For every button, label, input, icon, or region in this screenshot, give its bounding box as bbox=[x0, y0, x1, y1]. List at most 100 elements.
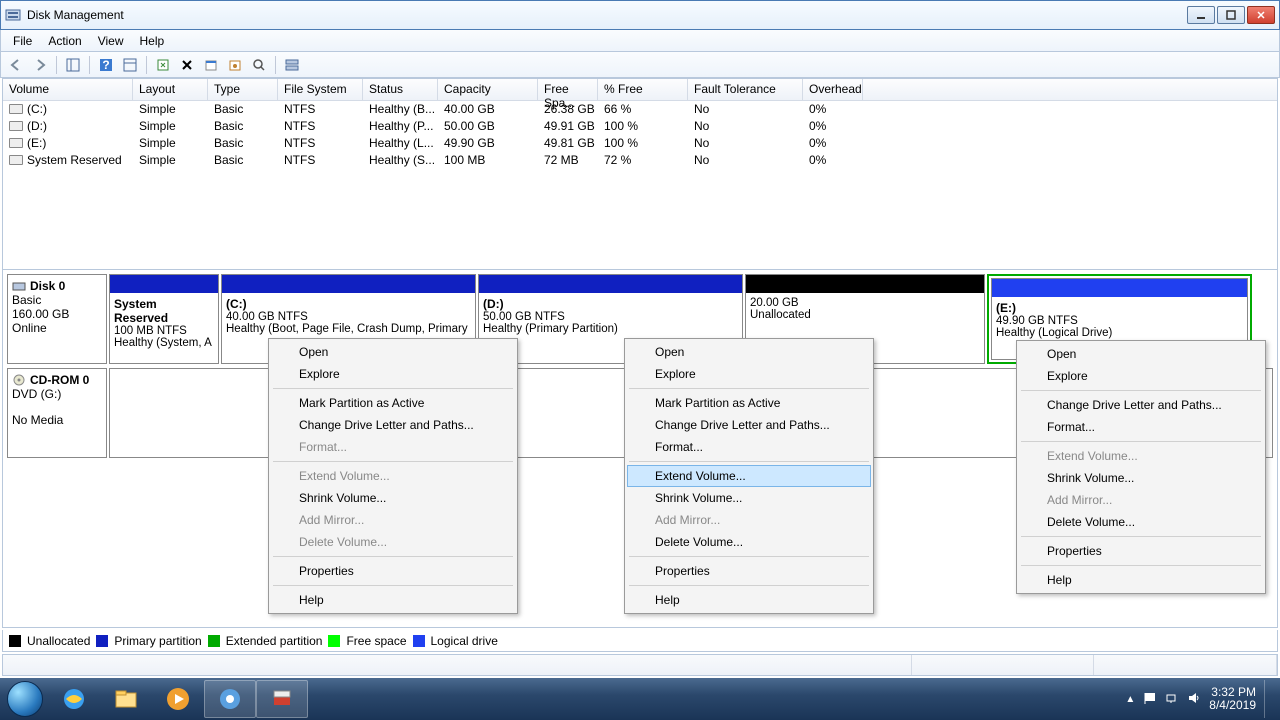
menu-item-open[interactable]: Open bbox=[271, 341, 515, 363]
col-overhead[interactable]: Overhead bbox=[803, 79, 863, 100]
disk-size: 160.00 GB bbox=[12, 307, 102, 321]
disk-name: Disk 0 bbox=[30, 279, 65, 293]
legend-unallocated-icon bbox=[9, 635, 21, 647]
taskbar-media-player[interactable] bbox=[152, 680, 204, 718]
cdrom-dev: DVD (G:) bbox=[12, 387, 102, 401]
menu-help[interactable]: Help bbox=[132, 32, 173, 50]
menu-item-delete-volume[interactable]: Delete Volume... bbox=[627, 531, 871, 553]
menu-item-change-drive-letter-and-paths[interactable]: Change Drive Letter and Paths... bbox=[271, 414, 515, 436]
menu-separator bbox=[1021, 390, 1261, 391]
legend-free-icon bbox=[328, 635, 340, 647]
menu-item-delete-volume: Delete Volume... bbox=[271, 531, 515, 553]
properties-button[interactable] bbox=[200, 54, 222, 76]
maximize-button[interactable] bbox=[1217, 6, 1245, 24]
disk-list-button[interactable] bbox=[281, 54, 303, 76]
tray-flag-icon[interactable] bbox=[1143, 691, 1157, 708]
cdrom-name: CD-ROM 0 bbox=[30, 373, 89, 387]
legend-logical: Logical drive bbox=[431, 634, 498, 648]
tray-volume-icon[interactable] bbox=[1187, 691, 1201, 708]
context-menu-c: OpenExplore Mark Partition as ActiveChang… bbox=[268, 338, 518, 614]
tray-clock[interactable]: 3:32 PM 8/4/2019 bbox=[1209, 686, 1256, 712]
separator bbox=[275, 56, 276, 74]
menu-item-add-mirror: Add Mirror... bbox=[627, 509, 871, 531]
separator bbox=[56, 56, 57, 74]
menu-item-help[interactable]: Help bbox=[627, 589, 871, 611]
menu-item-format[interactable]: Format... bbox=[1019, 416, 1263, 438]
menu-action[interactable]: Action bbox=[40, 32, 89, 50]
show-hide-tree-button[interactable] bbox=[62, 54, 84, 76]
menu-item-properties[interactable]: Properties bbox=[1019, 540, 1263, 562]
col-type[interactable]: Type bbox=[208, 79, 278, 100]
menu-item-open[interactable]: Open bbox=[627, 341, 871, 363]
col-status[interactable]: Status bbox=[363, 79, 438, 100]
action-list-button[interactable] bbox=[119, 54, 141, 76]
taskbar-explorer[interactable] bbox=[100, 680, 152, 718]
help-button[interactable]: ? bbox=[95, 54, 117, 76]
menu-separator bbox=[273, 461, 513, 462]
menu-item-shrink-volume[interactable]: Shrink Volume... bbox=[1019, 467, 1263, 489]
menu-item-explore[interactable]: Explore bbox=[271, 363, 515, 385]
tray-network-icon[interactable] bbox=[1165, 691, 1179, 708]
legend-extended-icon bbox=[208, 635, 220, 647]
col-pct-free[interactable]: % Free bbox=[598, 79, 688, 100]
back-button[interactable] bbox=[5, 54, 27, 76]
menu-item-explore[interactable]: Explore bbox=[627, 363, 871, 385]
menu-item-change-drive-letter-and-paths[interactable]: Change Drive Letter and Paths... bbox=[627, 414, 871, 436]
separator bbox=[146, 56, 147, 74]
delete-button[interactable] bbox=[176, 54, 198, 76]
menu-item-properties[interactable]: Properties bbox=[271, 560, 515, 582]
minimize-button[interactable] bbox=[1187, 6, 1215, 24]
col-layout[interactable]: Layout bbox=[133, 79, 208, 100]
menu-item-add-mirror: Add Mirror... bbox=[1019, 489, 1263, 511]
menu-item-format: Format... bbox=[271, 436, 515, 458]
menu-separator bbox=[1021, 565, 1261, 566]
windows-orb-icon bbox=[7, 681, 43, 717]
taskbar-app-2[interactable] bbox=[256, 680, 308, 718]
menu-item-mark-partition-as-active[interactable]: Mark Partition as Active bbox=[271, 392, 515, 414]
show-desktop-button[interactable] bbox=[1264, 680, 1272, 718]
menu-item-explore[interactable]: Explore bbox=[1019, 365, 1263, 387]
menu-item-help[interactable]: Help bbox=[1019, 569, 1263, 591]
menu-separator bbox=[629, 556, 869, 557]
settings-button[interactable] bbox=[224, 54, 246, 76]
taskbar-app-1[interactable] bbox=[204, 680, 256, 718]
menu-item-extend-volume[interactable]: Extend Volume... bbox=[627, 465, 871, 487]
col-capacity[interactable]: Capacity bbox=[438, 79, 538, 100]
forward-button[interactable] bbox=[29, 54, 51, 76]
col-fault-tolerance[interactable]: Fault Tolerance bbox=[688, 79, 803, 100]
cdrom-info[interactable]: CD-ROM 0 DVD (G:) No Media bbox=[7, 368, 107, 458]
tray-chevron-icon[interactable]: ▲ bbox=[1125, 694, 1135, 705]
menu-item-shrink-volume[interactable]: Shrink Volume... bbox=[627, 487, 871, 509]
menu-separator bbox=[273, 585, 513, 586]
app-icon bbox=[5, 7, 21, 23]
context-menu-d: OpenExplore Mark Partition as ActiveChang… bbox=[624, 338, 874, 614]
menu-item-change-drive-letter-and-paths[interactable]: Change Drive Letter and Paths... bbox=[1019, 394, 1263, 416]
menu-item-delete-volume[interactable]: Delete Volume... bbox=[1019, 511, 1263, 533]
menu-item-shrink-volume[interactable]: Shrink Volume... bbox=[271, 487, 515, 509]
volume-row[interactable]: (C:)SimpleBasicNTFSHealthy (B...40.00 GB… bbox=[3, 101, 1277, 118]
refresh-button[interactable] bbox=[152, 54, 174, 76]
menu-file[interactable]: File bbox=[5, 32, 40, 50]
menu-item-open[interactable]: Open bbox=[1019, 343, 1263, 365]
disk-state: Online bbox=[12, 321, 102, 335]
col-free[interactable]: Free Spa... bbox=[538, 79, 598, 100]
close-button[interactable] bbox=[1247, 6, 1275, 24]
taskbar-ie[interactable] bbox=[48, 680, 100, 718]
cdrom-state: No Media bbox=[12, 413, 102, 427]
search-button[interactable] bbox=[248, 54, 270, 76]
menu-separator bbox=[273, 388, 513, 389]
partition-system-reserved[interactable]: System Reserved 100 MB NTFS Healthy (Sys… bbox=[109, 274, 219, 364]
volume-row[interactable]: (E:)SimpleBasicNTFSHealthy (L...49.90 GB… bbox=[3, 135, 1277, 152]
menu-item-help[interactable]: Help bbox=[271, 589, 515, 611]
menu-view[interactable]: View bbox=[90, 32, 132, 50]
menu-item-mark-partition-as-active[interactable]: Mark Partition as Active bbox=[627, 392, 871, 414]
volume-row[interactable]: (D:)SimpleBasicNTFSHealthy (P...50.00 GB… bbox=[3, 118, 1277, 135]
menu-item-extend-volume: Extend Volume... bbox=[271, 465, 515, 487]
menu-item-format[interactable]: Format... bbox=[627, 436, 871, 458]
col-volume[interactable]: Volume bbox=[3, 79, 133, 100]
col-filesystem[interactable]: File System bbox=[278, 79, 363, 100]
volume-row[interactable]: System ReservedSimpleBasicNTFSHealthy (S… bbox=[3, 152, 1277, 169]
disk-info-0[interactable]: Disk 0 Basic 160.00 GB Online bbox=[7, 274, 107, 364]
start-button[interactable] bbox=[2, 679, 48, 719]
menu-item-properties[interactable]: Properties bbox=[627, 560, 871, 582]
